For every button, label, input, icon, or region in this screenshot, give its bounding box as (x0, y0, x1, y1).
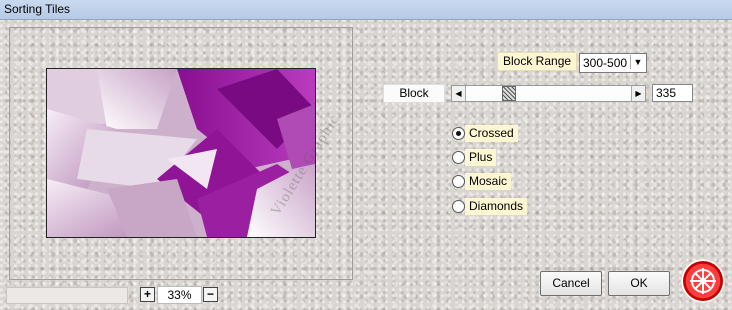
radio-button[interactable] (452, 151, 465, 164)
block-range-select[interactable]: 300-500 ▼ (579, 53, 647, 73)
radio-button[interactable] (452, 200, 465, 213)
left-arrow-icon[interactable]: ◀ (452, 86, 466, 101)
block-label: Block (383, 84, 445, 103)
plugin-dialog: Sorting Tiles Violette Graphic + 33% − B… (0, 0, 732, 310)
zoom-level: 33% (157, 286, 202, 304)
window-title: Sorting Tiles (4, 2, 71, 16)
radio-label: Mosaic (465, 173, 512, 190)
logo-mark (690, 268, 716, 294)
radio-label: Crossed (465, 125, 518, 142)
block-value-field[interactable]: 335 (652, 84, 693, 102)
block-range-label: Block Range (497, 52, 578, 71)
logo-icon[interactable] (681, 259, 725, 303)
block-slider[interactable]: ◀ ▶ (451, 85, 646, 102)
slider-thumb[interactable] (502, 86, 516, 101)
title-bar[interactable]: Sorting Tiles (0, 0, 732, 20)
right-arrow-icon[interactable]: ▶ (631, 86, 645, 101)
cancel-button[interactable]: Cancel (540, 271, 602, 296)
radio-button[interactable] (452, 175, 465, 188)
dropdown-arrow-icon[interactable]: ▼ (630, 55, 645, 69)
ok-button[interactable]: OK (608, 271, 670, 296)
radio-button[interactable] (452, 127, 465, 140)
zoom-in-button[interactable]: + (140, 287, 155, 302)
radio-label: Plus (465, 149, 497, 166)
status-field (6, 287, 128, 304)
block-range-value: 300-500 (583, 56, 628, 70)
zoom-out-button[interactable]: − (203, 287, 218, 302)
radio-label: Diamonds (465, 198, 528, 215)
